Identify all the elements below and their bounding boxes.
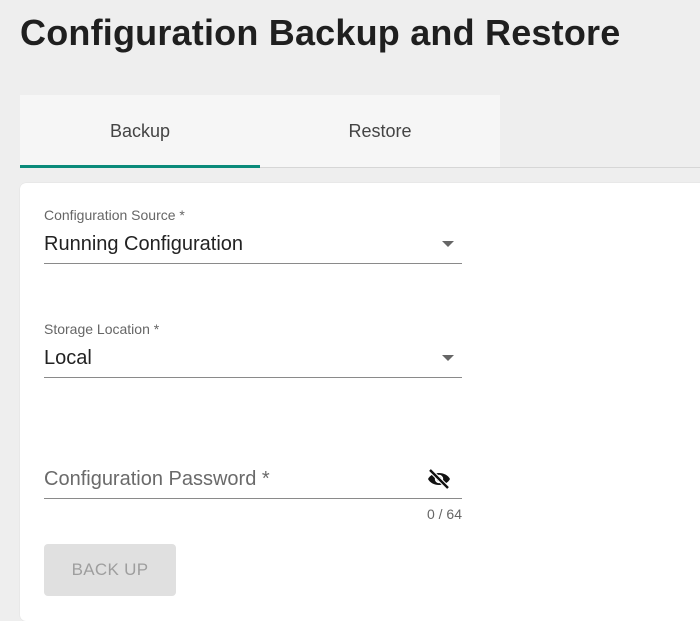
page-title: Configuration Backup and Restore [20, 12, 621, 53]
password-input[interactable]: Configuration Password * [44, 458, 462, 499]
tab-restore[interactable]: Restore [260, 95, 500, 167]
tab-backup[interactable]: Backup [20, 95, 260, 168]
password-char-counter: 0 / 64 [426, 506, 462, 522]
eye-off-icon[interactable] [426, 468, 452, 490]
config-source-value: Running Configuration [44, 233, 244, 255]
storage-location-value: Local [44, 347, 92, 369]
password-field: Configuration Password * 0 / 64 [44, 458, 462, 522]
dropdown-caret-icon [442, 241, 454, 247]
backup-card: Configuration Source * Running Configura… [20, 183, 700, 621]
dropdown-caret-icon [442, 355, 454, 361]
config-source-field: Configuration Source * Running Configura… [44, 207, 462, 264]
backup-button[interactable]: BACK UP [44, 544, 176, 596]
storage-location-label: Storage Location * [44, 321, 160, 337]
config-source-select[interactable]: Running Configuration [44, 229, 462, 264]
password-placeholder: Configuration Password * [44, 468, 270, 490]
tab-bar: Backup Restore [20, 95, 700, 168]
storage-location-field: Storage Location * Local [44, 321, 462, 378]
config-source-label: Configuration Source * [44, 207, 185, 223]
storage-location-select[interactable]: Local [44, 343, 462, 378]
